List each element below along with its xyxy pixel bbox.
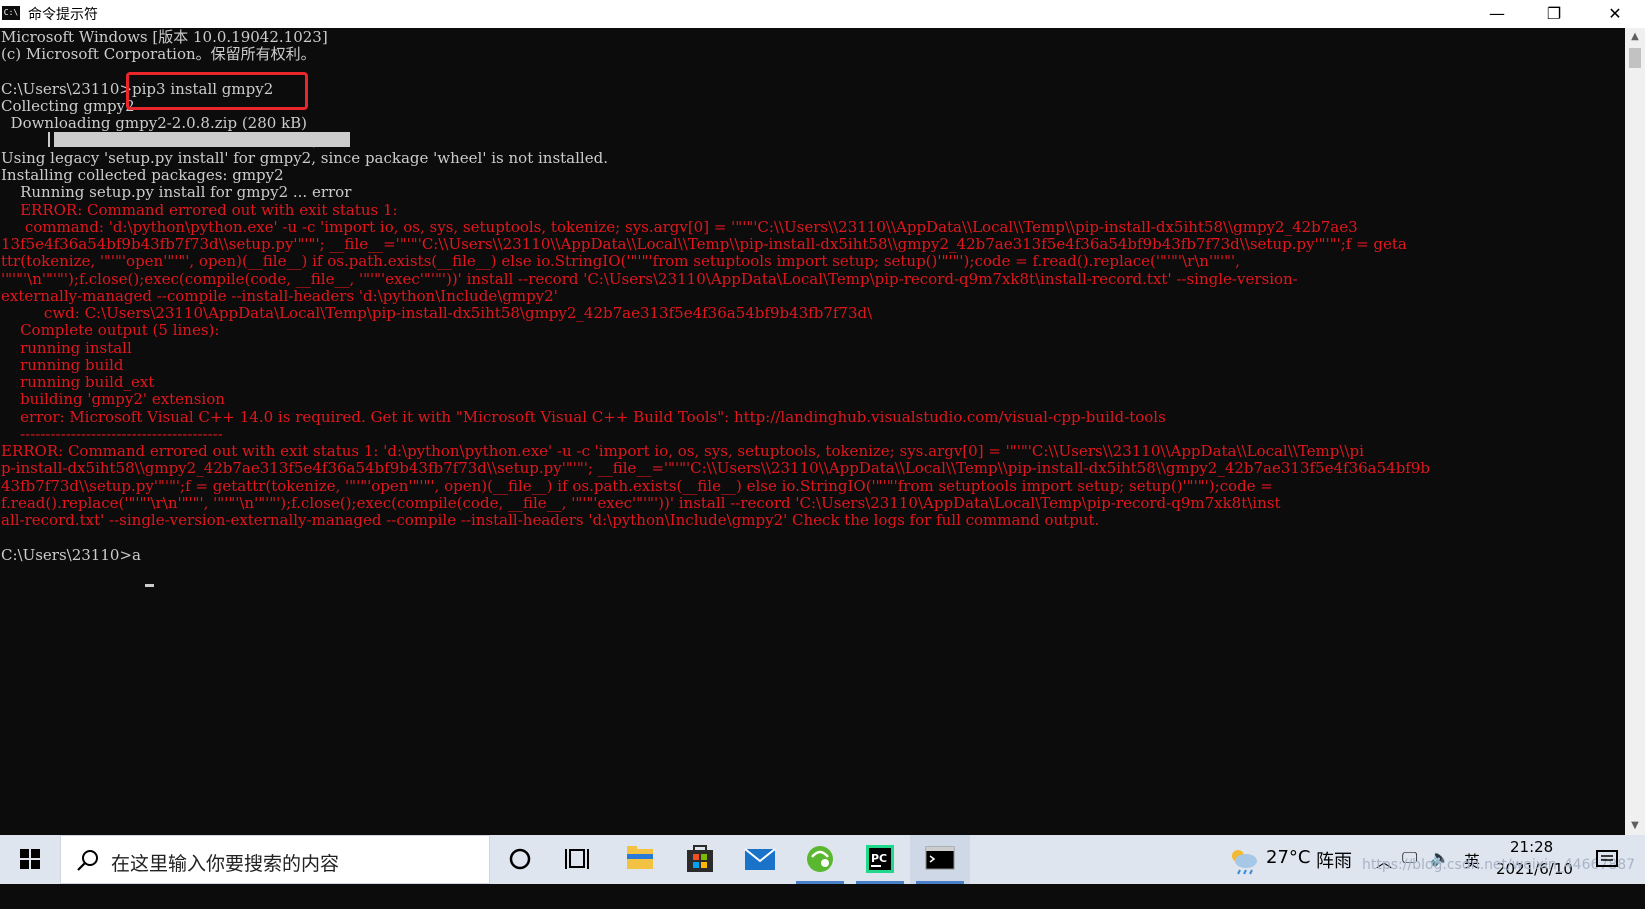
task-view-icon (565, 849, 589, 869)
windows-logo-icon (20, 849, 40, 869)
search-icon (77, 850, 98, 871)
svg-text:PC: PC (871, 852, 887, 865)
command-highlight-box (126, 72, 308, 110)
scroll-down-arrow-icon[interactable]: ▼ (1625, 817, 1645, 835)
console-line: 43fb7f73d\\setup.py'"'"';f = getattr(tok… (1, 476, 1273, 495)
console-line: Downloading gmpy2-2.0.8.zip (280 kB) (1, 114, 308, 133)
console-line: ---------------------------------------- (1, 424, 223, 443)
window-titlebar[interactable]: C:\ 命令提示符 — ❐ ✕ (0, 0, 1645, 28)
console-line: ERROR: Command errored out with exit sta… (1, 442, 1364, 460)
notification-icon[interactable] (1594, 847, 1620, 873)
terminal-icon (925, 846, 955, 870)
console-line: C:\Users\23110>a (1, 545, 141, 564)
scroll-thumb[interactable] (1629, 48, 1641, 68)
cmd-taskbar-button[interactable] (910, 835, 970, 884)
window-title: 命令提示符 (28, 7, 98, 23)
console-line: ttr(tokenize, '"'"'open'"'"', open)(__fi… (1, 252, 1240, 271)
console-line: running build (1, 355, 124, 374)
console-line: Collecting gmpy2 (1, 97, 135, 115)
start-button[interactable] (0, 835, 60, 884)
cortana-icon (509, 848, 531, 870)
file-explorer-button[interactable] (610, 835, 670, 884)
console-line: Using legacy 'setup.py install' for gmpy… (1, 148, 608, 167)
console-line: running build_ext (1, 373, 155, 391)
console-line: Microsoft Windows [版本 10.0.19042.1023] (1, 28, 328, 46)
weather-rain-icon[interactable] (1226, 844, 1260, 876)
console-line: Installing collected packages: gmpy2 (1, 166, 284, 184)
taskbar-search-box[interactable]: 在这里输入你要搜索的内容 (60, 835, 490, 884)
console-line: error: Microsoft Visual C++ 14.0 is requ… (1, 407, 1166, 426)
progress-bar-start (48, 132, 50, 147)
pycharm-icon: PC (866, 845, 894, 873)
console-line: building 'gmpy2' extension (1, 390, 225, 409)
store-button[interactable] (670, 835, 730, 884)
console-line: '"'"'\n'"'"');f.close();exec(compile(cod… (1, 269, 1298, 288)
green-app-icon (807, 846, 833, 872)
cortana-button[interactable] (490, 835, 550, 884)
console-line: command: 'd:\python\python.exe' -u -c 'i… (1, 217, 1358, 236)
download-progress-bar (54, 132, 350, 147)
mail-button[interactable] (730, 835, 790, 884)
weather-temperature[interactable]: 27°C (1266, 847, 1310, 896)
console-line: running install (1, 338, 132, 357)
taskbar: 在这里输入你要搜索的内容 PC 27°C 阵雨 ︿ 🖵 🔈 英 21:28 20… (0, 835, 1645, 884)
folder-icon (627, 846, 653, 869)
pycharm-button[interactable]: PC (850, 835, 910, 884)
console-line: Complete output (5 lines): (1, 321, 220, 340)
close-button[interactable]: ✕ (1585, 0, 1645, 28)
search-placeholder: 在这里输入你要搜索的内容 (111, 853, 340, 875)
console-line: (c) Microsoft Corporation。保留所有权利。 (1, 45, 316, 64)
console-line: all-record.txt' --single-version-externa… (1, 511, 1100, 529)
console-line: Running setup.py install for gmpy2 ... e… (1, 183, 352, 202)
task-view-button[interactable] (550, 835, 610, 884)
store-bag-icon (687, 845, 713, 872)
console-line: f.read().replace('"'"'\r\n'"'"', '"'"'\n… (1, 493, 1281, 512)
console-output[interactable]: C:\Users\23110>a all-record.txt' --single… (0, 28, 1625, 835)
cmd-app-icon: C:\ (2, 6, 20, 20)
mail-envelope-icon (744, 848, 776, 870)
app-green-button[interactable] (790, 835, 850, 884)
weather-description[interactable]: 阵雨 (1316, 847, 1352, 896)
scroll-up-arrow-icon[interactable]: ▲ (1625, 28, 1645, 46)
text-cursor (145, 584, 154, 587)
maximize-button[interactable]: ❐ (1525, 0, 1583, 28)
console-line: cwd: C:\Users\23110\AppData\Local\Temp\p… (1, 304, 873, 322)
console-line: externally-managed --compile --install-h… (1, 286, 558, 305)
console-line: 13f5e4f36a54bf9b43fb7f73d\\setup.py'"'"'… (1, 235, 1407, 253)
console-line: p-install-dx5iht58\\gmpy2_42b7ae313f5e4f… (1, 459, 1430, 478)
minimize-button[interactable]: — (1468, 0, 1526, 28)
console-line: ERROR: Command errored out with exit sta… (1, 200, 398, 219)
vertical-scrollbar[interactable]: ▲ ▼ (1625, 28, 1645, 835)
